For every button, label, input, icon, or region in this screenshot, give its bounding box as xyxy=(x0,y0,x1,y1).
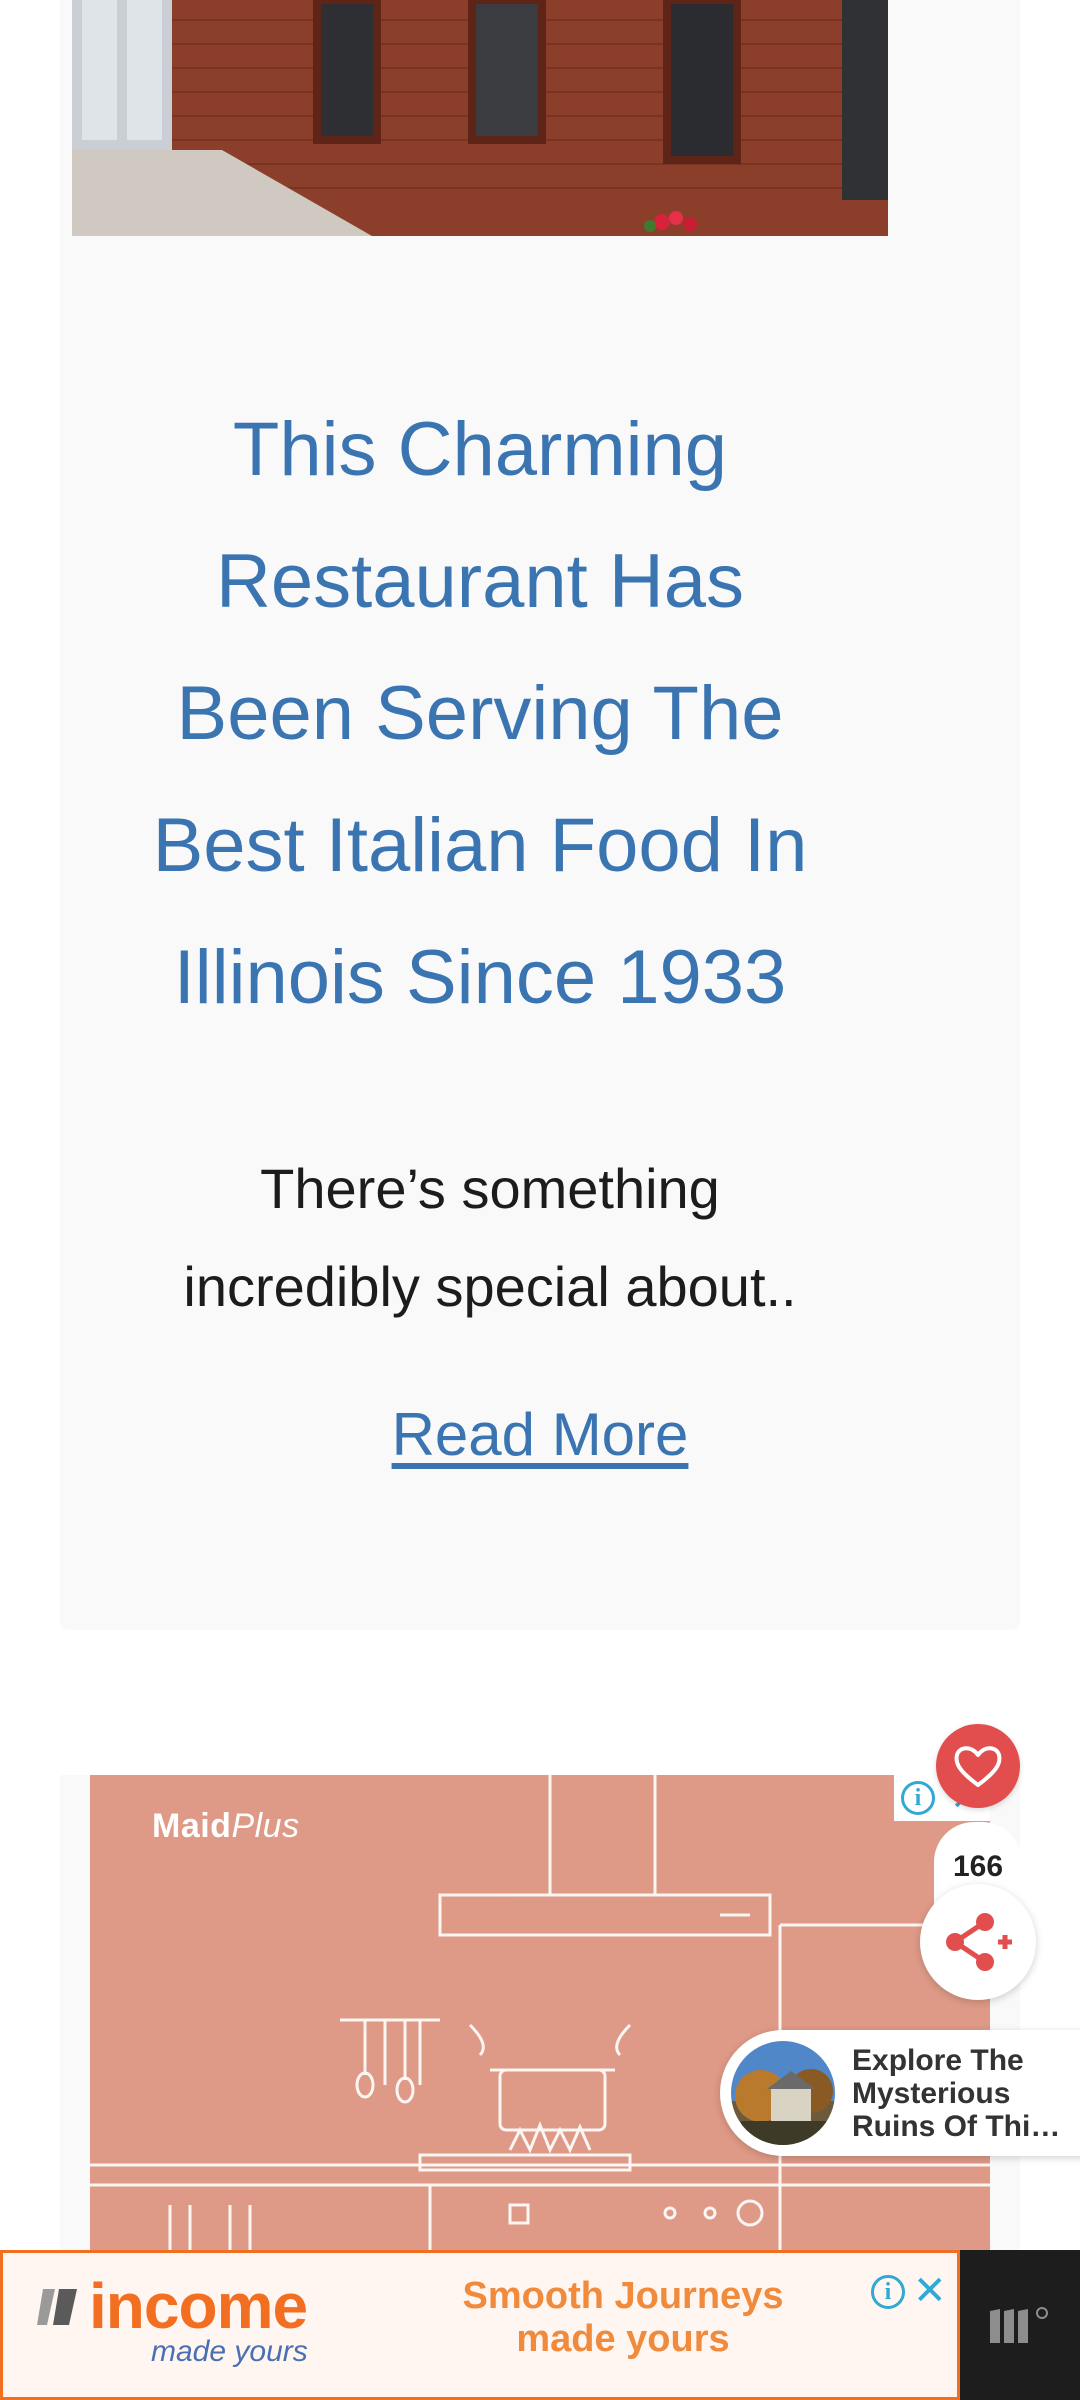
info-icon: i xyxy=(871,2275,905,2309)
banner-info-button[interactable]: i xyxy=(871,2275,905,2309)
maidplus-brand: Maid xyxy=(152,1807,232,1845)
banner-tagline: Smooth Journeys made yours xyxy=(423,2275,823,2361)
kitchen-line-illustration xyxy=(90,1775,990,2250)
maidplus-logo: MaidPlus xyxy=(152,1807,300,1846)
article-hero-image[interactable] xyxy=(72,0,888,236)
income-logo: income made yours xyxy=(33,2270,333,2377)
publisher-logo-strip[interactable] xyxy=(960,2250,1080,2400)
banner-tagline-line2: made yours xyxy=(516,2318,730,2360)
publisher-logo-icon xyxy=(990,2307,1048,2343)
share-button[interactable] xyxy=(920,1884,1036,2000)
ruins-thumbnail-image xyxy=(731,2041,835,2145)
maidplus-ad[interactable]: MaidPlus i ✕ xyxy=(90,1775,990,2250)
ad-info-button[interactable]: i xyxy=(894,1775,942,1821)
maidplus-brand-plus: Plus xyxy=(231,1807,300,1845)
read-more-link[interactable]: Read More xyxy=(280,1400,800,1469)
close-icon: ✕ xyxy=(913,2269,947,2313)
like-button[interactable] xyxy=(936,1724,1020,1808)
explore-thumbnail xyxy=(728,2038,838,2148)
article-excerpt: There’s something incredibly special abo… xyxy=(183,1157,797,1318)
heart-icon xyxy=(954,1746,1002,1787)
brick-storefront-illustration xyxy=(72,0,888,236)
info-icon: i xyxy=(901,1781,935,1815)
income-logo-word: income xyxy=(89,2270,308,2342)
share-icon xyxy=(946,1913,1012,1971)
income-logo-sub: made yours xyxy=(151,2335,308,2368)
page: This Charming Restaurant Has Been Servin… xyxy=(0,0,1080,2400)
banner-tagline-line1: Smooth Journeys xyxy=(462,2275,784,2317)
banner-close-button[interactable]: ✕ xyxy=(913,2271,947,2311)
article-headline[interactable]: This Charming Restaurant Has Been Servin… xyxy=(130,384,830,1044)
explore-title: Explore The Mysterious Ruins Of Thi… xyxy=(852,2044,1061,2143)
income-logo-mark-icon xyxy=(37,2289,77,2325)
income-banner-ad[interactable]: income made yours Smooth Journeys made y… xyxy=(0,2250,960,2400)
explore-recommendation[interactable]: Explore The Mysterious Ruins Of Thi… xyxy=(720,2030,1080,2156)
